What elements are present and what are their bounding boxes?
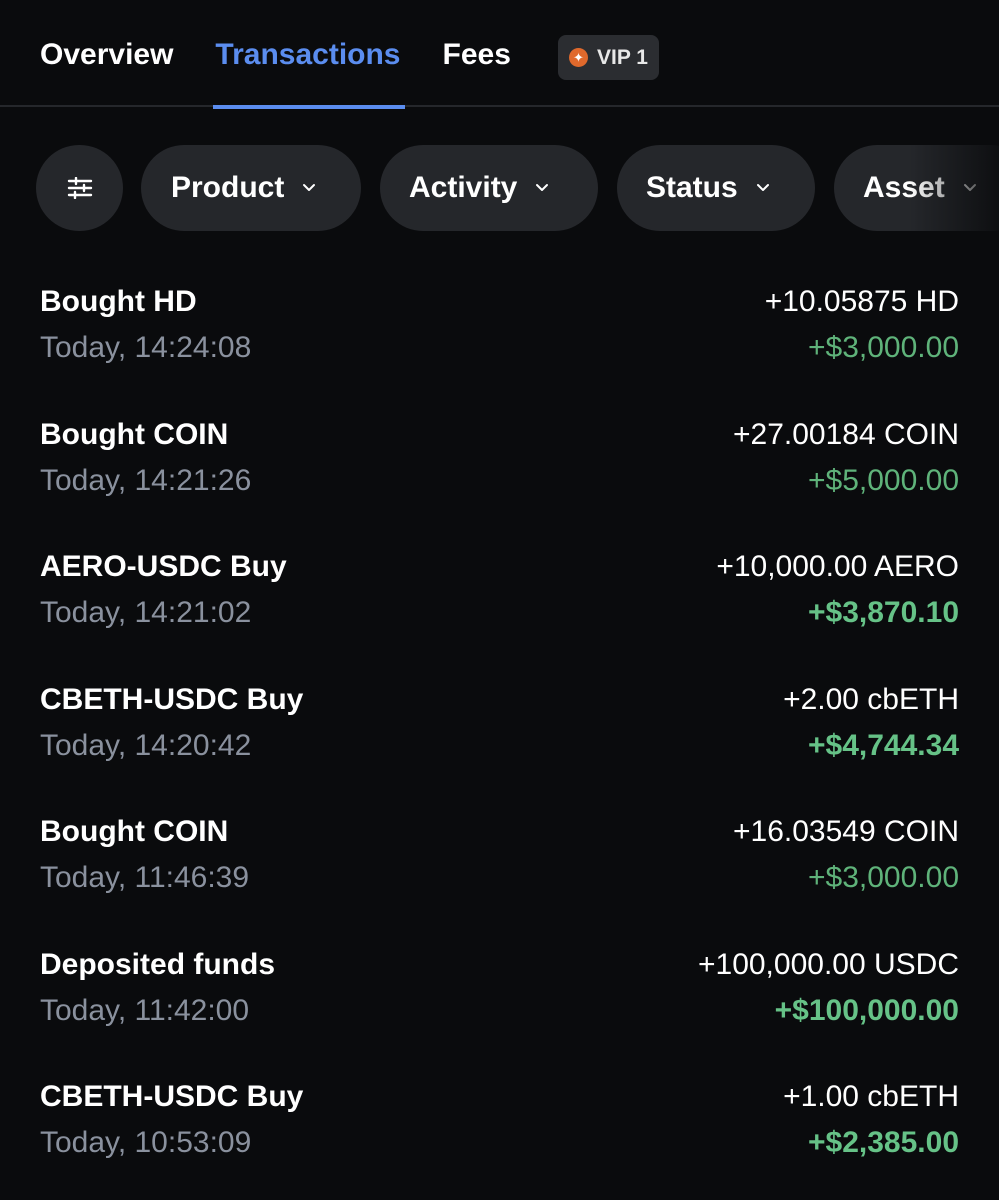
filter-product-dropdown[interactable]: Product	[141, 145, 361, 231]
transaction-amount: +2.00 cbETH	[783, 682, 959, 716]
transaction-time: Today, 14:21:02	[40, 596, 252, 629]
chevron-down-icon	[536, 184, 549, 191]
transaction-title: AERO-USDC Buy	[40, 550, 287, 583]
filter-asset-dropdown[interactable]: Asset	[834, 145, 999, 231]
chevron-down-icon	[303, 184, 316, 191]
transaction-title: Bought HD	[40, 285, 197, 318]
transaction-amount: +1.00 cbETH	[783, 1080, 959, 1113]
transaction-amount: +10.05875 HD	[764, 285, 959, 318]
tab-overview[interactable]: Overview	[40, 0, 173, 107]
filter-activity-dropdown[interactable]: Activity	[380, 145, 598, 231]
transaction-title: CBETH-USDC Buy	[40, 682, 304, 716]
filter-activity-label: Activity	[409, 171, 518, 204]
transaction-title: CBETH-USDC Buy	[40, 1080, 304, 1113]
filter-settings-button[interactable]	[36, 145, 123, 231]
transaction-fiat-value: +$4,744.34	[808, 728, 959, 762]
tab-fees[interactable]: Fees	[443, 0, 511, 107]
filter-status-label: Status	[646, 171, 738, 204]
transaction-time: Today, 11:46:39	[40, 861, 250, 894]
sliders-icon	[67, 177, 92, 199]
filter-status-dropdown[interactable]: Status	[617, 145, 815, 231]
transaction-time: Today, 11:42:00	[40, 993, 250, 1027]
vip-star-icon: ✦	[569, 48, 588, 67]
filter-product-label: Product	[171, 171, 285, 204]
chevron-down-icon	[756, 184, 769, 191]
transaction-row[interactable]: Bought COIN Today, 14:21:26 +27.00184 CO…	[0, 404, 999, 537]
vip-badge[interactable]: ✦ VIP 1	[558, 35, 659, 80]
transaction-fiat-value: +$3,000.00	[808, 861, 959, 894]
tab-transactions[interactable]: Transactions	[213, 0, 405, 109]
chevron-down-icon	[963, 184, 976, 191]
transaction-amount: +16.03549 COIN	[733, 815, 959, 848]
transaction-title: Bought COIN	[40, 417, 229, 451]
transaction-amount: +100,000.00 USDC	[697, 947, 959, 981]
transaction-fiat-value: +$2,385.00	[808, 1126, 959, 1159]
transaction-time: Today, 14:20:42	[40, 728, 252, 762]
transaction-time: Today, 14:21:26	[40, 463, 252, 497]
filter-bar: Product Activity Status Asset	[0, 107, 999, 271]
transaction-fiat-value: +$5,000.00	[808, 463, 959, 497]
transaction-title: Deposited funds	[40, 947, 276, 981]
tab-bar: Overview Transactions Fees ✦ VIP 1	[0, 0, 999, 109]
transaction-row[interactable]: Bought HD Today, 14:24:08 +10.05875 HD +…	[0, 271, 999, 404]
transaction-row[interactable]: CBETH-USDC Buy Today, 14:20:42 +2.00 cbE…	[0, 669, 999, 802]
transaction-time: Today, 14:24:08	[40, 331, 252, 364]
transaction-row[interactable]: CBETH-USDC Buy Today, 10:53:09 +1.00 cbE…	[0, 1066, 999, 1199]
vip-label: VIP 1	[597, 45, 648, 69]
transaction-time: Today, 10:53:09	[40, 1126, 252, 1159]
transaction-fiat-value: +$100,000.00	[774, 993, 959, 1027]
transaction-amount: +10,000.00 AERO	[716, 550, 959, 583]
transaction-list: Bought HD Today, 14:24:08 +10.05875 HD +…	[0, 271, 999, 1199]
transaction-amount: +27.00184 COIN	[733, 417, 959, 451]
filter-asset-label: Asset	[863, 171, 945, 204]
transaction-row[interactable]: Bought COIN Today, 11:46:39 +16.03549 CO…	[0, 801, 999, 934]
transaction-row[interactable]: AERO-USDC Buy Today, 14:21:02 +10,000.00…	[0, 536, 999, 669]
transaction-fiat-value: +$3,870.10	[808, 596, 959, 629]
transaction-row[interactable]: Deposited funds Today, 11:42:00 +100,000…	[0, 934, 999, 1067]
transaction-fiat-value: +$3,000.00	[808, 331, 959, 364]
transaction-title: Bought COIN	[40, 815, 229, 848]
